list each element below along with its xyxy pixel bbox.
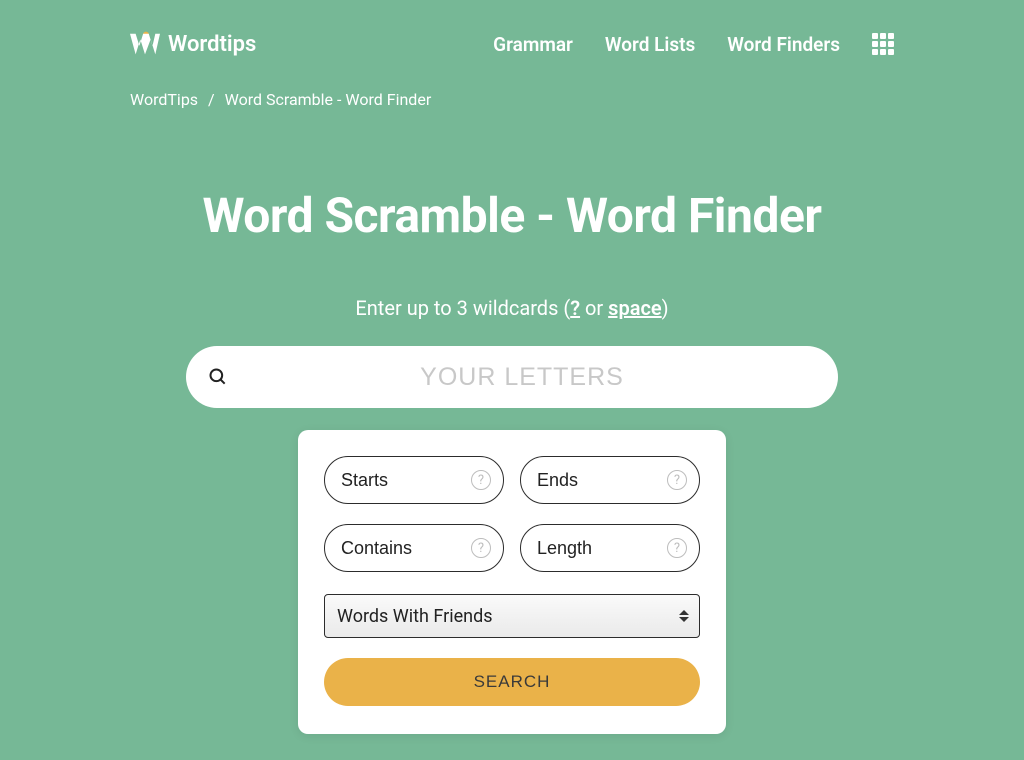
page-subtitle: Enter up to 3 wildcards (? or space) xyxy=(130,296,894,320)
nav-word-lists[interactable]: Word Lists xyxy=(605,33,695,56)
page-title: Word Scramble - Word Finder xyxy=(130,187,894,244)
help-icon[interactable]: ? xyxy=(667,538,687,558)
help-icon[interactable]: ? xyxy=(471,470,491,490)
dictionary-select[interactable]: Words With Friends xyxy=(324,594,700,638)
length-input[interactable] xyxy=(537,538,655,559)
breadcrumb: WordTips / Word Scramble - Word Finder xyxy=(130,90,894,109)
brand-name: Wordtips xyxy=(168,32,256,57)
navbar: Wordtips Grammar Word Lists Word Finders xyxy=(130,20,894,68)
letters-search-bar[interactable] xyxy=(186,346,838,408)
subtitle-pre: Enter up to 3 wildcards ( xyxy=(355,296,570,320)
help-icon[interactable]: ? xyxy=(667,470,687,490)
contains-field[interactable]: ? xyxy=(324,524,504,572)
search-icon xyxy=(208,367,228,387)
subtitle-mid: or xyxy=(580,296,608,320)
nav-links: Grammar Word Lists Word Finders xyxy=(493,33,894,56)
breadcrumb-root[interactable]: WordTips xyxy=(130,90,198,109)
starts-field[interactable]: ? xyxy=(324,456,504,504)
wildcard-question: ? xyxy=(570,296,580,320)
ends-field[interactable]: ? xyxy=(520,456,700,504)
letters-input[interactable] xyxy=(228,363,816,392)
nav-grammar[interactable]: Grammar xyxy=(493,33,573,56)
logo-icon xyxy=(130,30,160,58)
wildcard-space: space xyxy=(608,296,661,320)
help-icon[interactable]: ? xyxy=(471,538,491,558)
filter-card: ? ? ? ? Words With Friends xyxy=(298,430,726,734)
nav-word-finders[interactable]: Word Finders xyxy=(727,33,840,56)
starts-input[interactable] xyxy=(341,470,459,491)
length-field[interactable]: ? xyxy=(520,524,700,572)
logo[interactable]: Wordtips xyxy=(130,30,256,58)
ends-input[interactable] xyxy=(537,470,655,491)
contains-input[interactable] xyxy=(341,538,459,559)
search-button[interactable]: SEARCH xyxy=(324,658,700,706)
apps-grid-icon[interactable] xyxy=(872,33,894,55)
breadcrumb-current: Word Scramble - Word Finder xyxy=(225,90,432,109)
chevron-updown-icon xyxy=(679,608,689,624)
dictionary-selected: Words With Friends xyxy=(337,606,493,627)
breadcrumb-separator: / xyxy=(202,90,221,109)
subtitle-post: ) xyxy=(662,296,669,320)
